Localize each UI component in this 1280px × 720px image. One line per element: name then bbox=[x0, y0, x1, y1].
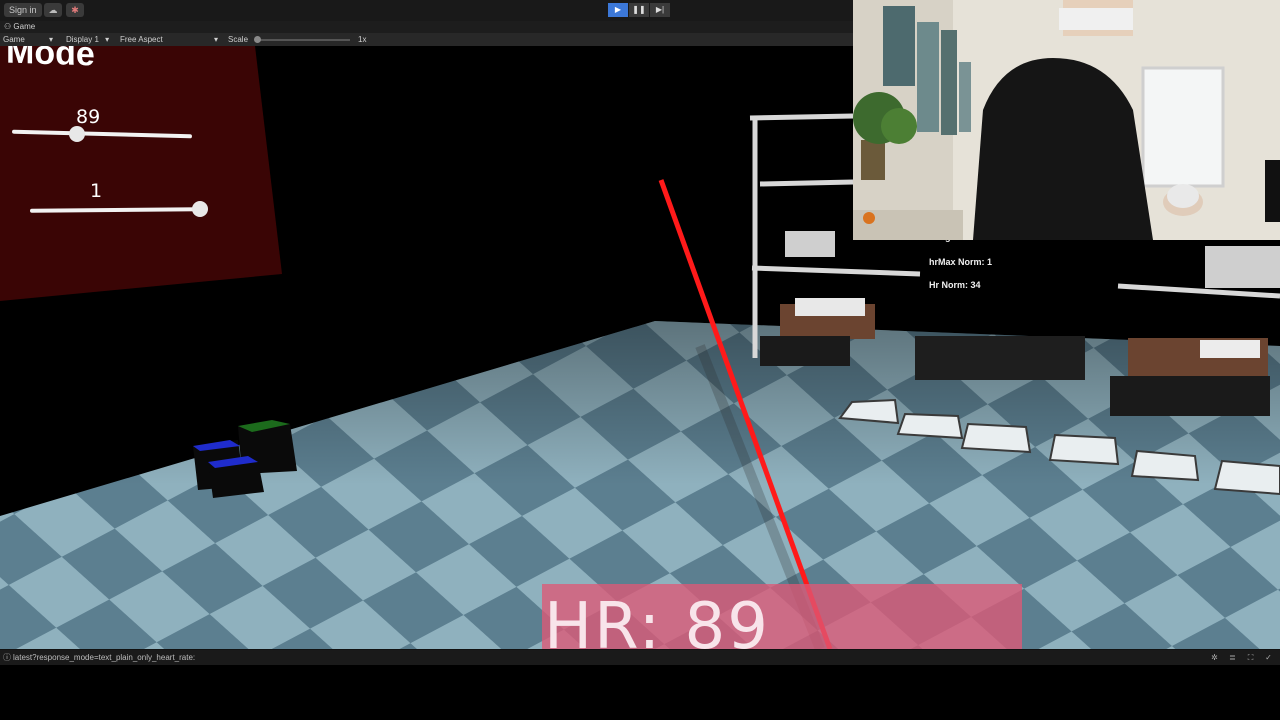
info-icon: ⓘ bbox=[3, 653, 11, 662]
heart-rate-panel: HR: 89 bbox=[542, 584, 1022, 649]
layers-icon[interactable]: ≣ bbox=[1227, 650, 1238, 665]
slider-2-handle[interactable] bbox=[192, 201, 208, 217]
tab-game[interactable]: ⚇ Game bbox=[4, 21, 35, 33]
network-icon[interactable]: ⛶ bbox=[1245, 650, 1256, 665]
slider-1-value: 89 bbox=[76, 106, 101, 128]
game-tab-row: ⚇ Game bbox=[0, 21, 853, 33]
slider-1-track[interactable] bbox=[11, 129, 193, 139]
hr-norm-label: Hr Norm: 34 bbox=[929, 280, 981, 290]
slider-1-handle[interactable] bbox=[68, 126, 85, 142]
play-icon[interactable]: ▶ bbox=[608, 3, 628, 17]
chevron-down-icon[interactable]: ▾ bbox=[214, 33, 218, 46]
mode-title: Mode bbox=[6, 46, 95, 74]
status-bar: ⓘ latest?response_mode=text_plain_only_h… bbox=[0, 649, 1280, 665]
scale-label: Scale bbox=[228, 35, 249, 44]
webcam-image bbox=[853, 0, 1280, 240]
step-icon[interactable]: ▶| bbox=[650, 3, 670, 17]
chevron-down-icon: ▾ bbox=[105, 35, 110, 44]
unity-toolbar: Sign in ☁ ✱ ▶ ❚❚ ▶| bbox=[0, 0, 853, 22]
collab-icon[interactable]: ✱ bbox=[66, 3, 84, 17]
cloud-icon[interactable]: ☁ bbox=[44, 3, 62, 17]
hrmax-norm-label: hrMax Norm: 1 bbox=[929, 257, 993, 267]
slider-2-track[interactable] bbox=[29, 207, 201, 213]
status-message[interactable]: latest?response_mode=text_plain_only_hea… bbox=[13, 650, 195, 665]
status-icons: ✲ ≣ ⛶ ✓ bbox=[1209, 650, 1274, 665]
scale-slider-track[interactable] bbox=[258, 39, 350, 41]
sign-in-button[interactable]: Sign in bbox=[4, 3, 42, 17]
game-view-toolbar: Game ▾ Display 1 ▾ Free Aspect ▾ Scale 1… bbox=[0, 33, 853, 46]
playmode-controls: ▶ ❚❚ ▶| bbox=[608, 3, 670, 17]
bug-icon[interactable]: ✲ bbox=[1209, 650, 1220, 665]
view-select[interactable]: Game ▾ bbox=[3, 33, 53, 46]
tab-game-label: Game bbox=[13, 22, 36, 31]
slider-2-value: 1 bbox=[90, 180, 103, 202]
settings-canvas: Mode 89 1 bbox=[0, 46, 290, 306]
heart-rate-display: HR: 89 bbox=[544, 590, 770, 649]
gamepad-icon: ⚇ bbox=[4, 22, 12, 31]
chevron-down-icon: ▾ bbox=[49, 35, 54, 44]
pause-icon[interactable]: ❚❚ bbox=[629, 3, 649, 17]
scale-slider-handle[interactable] bbox=[254, 36, 261, 43]
check-circle-icon[interactable]: ✓ bbox=[1263, 650, 1274, 665]
display-select[interactable]: Display 1 ▾ bbox=[66, 33, 109, 46]
aspect-select[interactable]: Free Aspect bbox=[120, 33, 163, 46]
scale-value: 1x bbox=[358, 35, 367, 44]
webcam-inset bbox=[853, 0, 1280, 240]
